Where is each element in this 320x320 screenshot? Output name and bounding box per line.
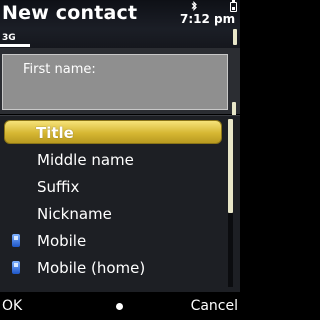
ok-softkey[interactable]: OK: [2, 298, 22, 314]
list-item-mobile-home[interactable]: Mobile (home): [4, 256, 222, 280]
contact-form: [0, 48, 240, 160]
clock: 7:12 pm: [180, 12, 236, 26]
status-title-bar: New contact 7:12 pm 3G: [0, 0, 240, 48]
list-item-label: Mobile: [37, 232, 87, 250]
list-item-mobile[interactable]: Mobile: [4, 229, 222, 253]
list-item-title[interactable]: Title: [4, 120, 222, 144]
signal-strength-icon: [0, 44, 30, 47]
battery-level-bar: [233, 29, 237, 45]
list-item-suffix[interactable]: Suffix: [4, 175, 222, 199]
center-select-icon[interactable]: [116, 303, 123, 310]
mobile-phone-icon: [12, 234, 20, 247]
list-item-label: Suffix: [37, 178, 80, 196]
bluetooth-icon: [191, 1, 197, 11]
list-item-label: Title: [36, 124, 74, 142]
page-title: New contact: [2, 2, 138, 24]
battery-icon: [230, 0, 237, 12]
first-name-label: First name:: [23, 62, 96, 77]
list-item-label: Mobile (home): [37, 259, 146, 277]
mobile-phone-icon: [12, 261, 20, 274]
list-item-nickname[interactable]: Nickname: [4, 202, 222, 226]
cancel-softkey[interactable]: Cancel: [191, 298, 238, 314]
screen: New contact 7:12 pm 3G First name: Title…: [0, 0, 240, 320]
list-scrollbar-thumb[interactable]: [228, 119, 233, 213]
list-item-label: Nickname: [37, 205, 112, 223]
list-item-middle-name[interactable]: Middle name: [4, 148, 222, 172]
network-indicator: 3G: [2, 33, 16, 43]
list-item-label: Middle name: [37, 151, 134, 169]
